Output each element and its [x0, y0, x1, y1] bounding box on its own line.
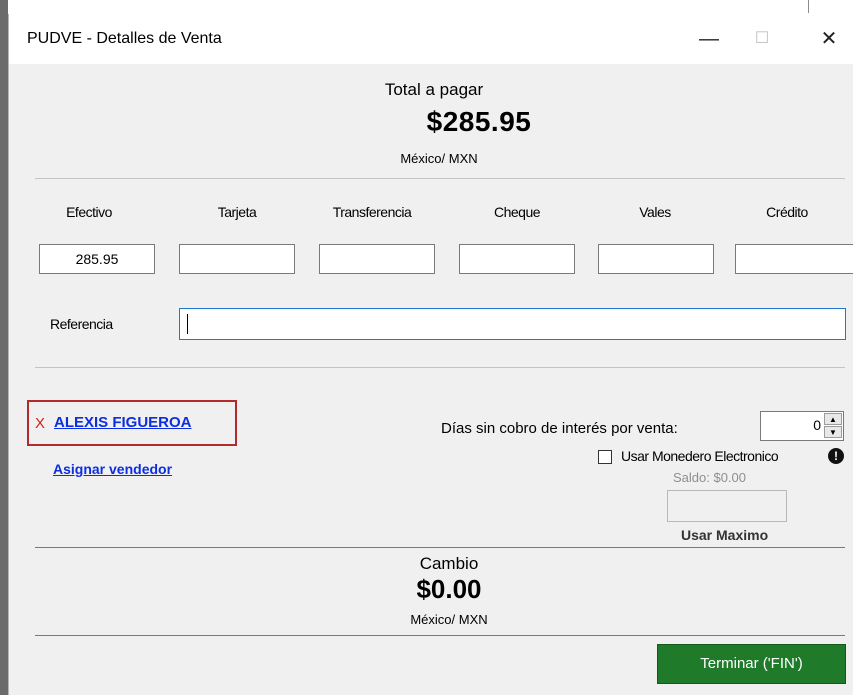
remove-client-button[interactable]: X: [35, 415, 45, 432]
finish-sale-button[interactable]: Terminar ('FIN'): [657, 644, 846, 684]
reference-input[interactable]: [179, 308, 846, 340]
use-wallet-checkbox[interactable]: [598, 450, 612, 464]
background-divider: [808, 0, 809, 13]
close-button[interactable]: ✕: [809, 24, 849, 54]
label-vales: Vales: [639, 204, 671, 220]
sale-details-dialog: PUDVE - Detalles de Venta — ☐ ✕ Total a …: [8, 14, 853, 695]
transferencia-input[interactable]: [319, 244, 435, 274]
change-currency: México/ MXN: [410, 612, 488, 627]
background-frame: [0, 0, 8, 695]
reference-label: Referencia: [50, 316, 113, 332]
wallet-balance: Saldo: $0.00: [673, 470, 747, 485]
change-label: Cambio: [419, 554, 479, 573]
wallet-amount-input: [667, 490, 787, 522]
tarjeta-input[interactable]: [179, 244, 295, 274]
label-tarjeta: Tarjeta: [217, 204, 257, 220]
total-label: Total a pagar: [384, 80, 484, 99]
efectivo-input[interactable]: [39, 244, 155, 274]
label-cheque: Cheque: [493, 204, 541, 220]
divider: [35, 367, 845, 368]
spinner-up-icon[interactable]: ▲: [824, 413, 842, 425]
divider: [35, 635, 845, 636]
assign-seller-link[interactable]: Asignar vendedor: [53, 461, 172, 477]
maximize-button[interactable]: ☐: [742, 24, 782, 54]
window-title: PUDVE - Detalles de Venta: [27, 30, 222, 47]
text-cursor: [187, 314, 188, 334]
client-link[interactable]: ALEXIS FIGUEROA: [54, 414, 192, 431]
days-spinner: ▲ ▼: [824, 413, 842, 439]
use-wallet-label[interactable]: Usar Monedero Electronico: [621, 448, 779, 464]
use-max-button[interactable]: Usar Maximo: [681, 527, 768, 543]
spinner-down-icon[interactable]: ▼: [824, 426, 842, 438]
background-top-strip: [0, 0, 853, 15]
label-efectivo: Efectivo: [66, 204, 112, 220]
total-currency: México/ MXN: [400, 151, 478, 166]
minimize-button[interactable]: —: [689, 24, 729, 54]
label-credito: Crédito: [766, 204, 808, 220]
change-amount: $0.00: [416, 574, 482, 604]
total-amount: $285.95: [426, 106, 532, 137]
label-transferencia: Transferencia: [332, 204, 412, 220]
divider: [35, 547, 845, 548]
vales-input[interactable]: [598, 244, 714, 274]
title-bar: PUDVE - Detalles de Venta — ☐ ✕: [9, 14, 853, 64]
cheque-input[interactable]: [459, 244, 575, 274]
divider: [35, 178, 845, 179]
interest-free-days-label: Días sin cobro de interés por venta:: [441, 420, 678, 437]
info-icon[interactable]: !: [828, 448, 844, 464]
interest-free-days-value: 0: [813, 417, 821, 433]
credito-input[interactable]: [735, 244, 853, 274]
